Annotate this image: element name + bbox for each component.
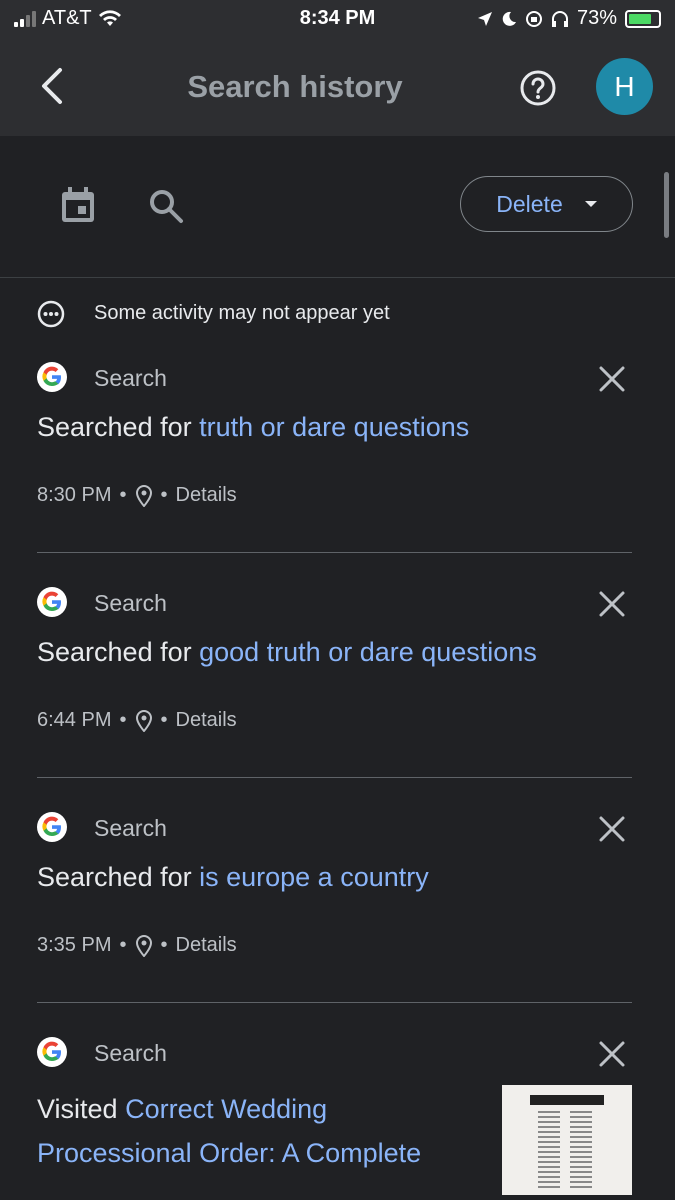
meta-separator: •	[119, 934, 127, 956]
more-horiz-icon	[37, 300, 65, 328]
delete-label: Delete	[496, 190, 563, 217]
thumbnail-banner	[530, 1095, 604, 1105]
page-title: Search history	[187, 69, 403, 104]
moon-icon	[502, 11, 516, 26]
entry-title: Searched for is europe a country	[37, 862, 429, 893]
meta-separator: •	[160, 934, 168, 956]
source-label: Search	[94, 815, 167, 841]
status-bar: AT&T 8:34 PM 73%	[0, 0, 675, 38]
divider	[37, 777, 632, 778]
close-icon[interactable]	[597, 814, 627, 844]
query-link[interactable]: truth or dare questions	[199, 412, 469, 442]
source-label: Search	[94, 590, 167, 616]
battery-icon	[625, 9, 661, 28]
entry-prefix: Searched for	[37, 412, 192, 442]
source-label: Search	[94, 365, 167, 391]
entry-meta: 3:35 PM • • Details	[37, 934, 237, 957]
battery-percent: 73%	[576, 7, 617, 29]
page-thumbnail[interactable]	[502, 1085, 632, 1195]
app-bar: Search history H	[0, 38, 675, 136]
google-icon	[37, 587, 67, 617]
location-pin-icon[interactable]	[135, 484, 153, 507]
notice-text: Some activity may not appear yet	[94, 302, 390, 324]
calendar-icon[interactable]	[60, 186, 96, 224]
meta-separator: •	[119, 484, 127, 506]
entry-meta: 8:30 PM • • Details	[37, 484, 237, 507]
google-icon	[37, 362, 67, 392]
google-icon	[37, 812, 67, 842]
chevron-down-icon	[584, 201, 597, 207]
location-arrow-icon	[477, 11, 492, 26]
google-icon	[37, 1037, 67, 1067]
meta-separator: •	[119, 709, 127, 731]
avatar-letter: H	[614, 70, 635, 102]
thumbnail-column	[538, 1111, 560, 1188]
rotation-lock-icon	[525, 10, 542, 27]
meta-separator: •	[160, 484, 168, 506]
scrollbar[interactable]	[664, 172, 669, 238]
divider	[37, 552, 632, 553]
details-link[interactable]: Details	[176, 934, 237, 957]
entry-title: Searched for truth or dare questions	[37, 412, 469, 443]
entry-meta: 6:44 PM • • Details	[37, 709, 237, 732]
activity-notice: Some activity may not appear yet	[0, 296, 675, 332]
source-label: Search	[94, 1040, 167, 1066]
headphones-icon	[551, 10, 568, 27]
entry-prefix: Searched for	[37, 862, 192, 892]
location-pin-icon[interactable]	[135, 934, 153, 957]
close-icon[interactable]	[597, 1039, 627, 1069]
avatar[interactable]: H	[596, 58, 653, 115]
delete-button[interactable]: Delete	[460, 176, 633, 232]
entry-time: 3:35 PM	[37, 934, 112, 956]
location-pin-icon[interactable]	[135, 709, 153, 732]
entry-title: Searched for good truth or dare question…	[37, 637, 537, 668]
details-link[interactable]: Details	[176, 709, 237, 732]
thumbnail-column	[570, 1111, 592, 1188]
entry-prefix: Searched for	[37, 637, 192, 667]
query-link[interactable]: good truth or dare questions	[199, 637, 537, 667]
entry-prefix: Visited	[37, 1094, 118, 1124]
close-icon[interactable]	[597, 589, 627, 619]
close-icon[interactable]	[597, 364, 627, 394]
help-icon[interactable]	[519, 69, 557, 107]
entry-time: 8:30 PM	[37, 484, 112, 506]
divider	[37, 1002, 632, 1003]
meta-separator: •	[160, 709, 168, 731]
entry-title: Visited Correct Wedding Processional Ord…	[37, 1087, 487, 1175]
status-icons: 73%	[477, 7, 661, 30]
query-link[interactable]: is europe a country	[199, 862, 429, 892]
entry-time: 6:44 PM	[37, 709, 112, 731]
filter-toolbar: Delete	[0, 136, 675, 278]
details-link[interactable]: Details	[176, 484, 237, 507]
search-icon[interactable]	[148, 188, 184, 224]
